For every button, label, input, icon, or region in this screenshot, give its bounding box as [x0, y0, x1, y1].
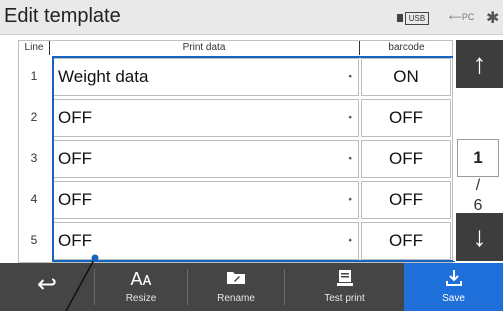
column-header-print-data: Print data: [182, 42, 226, 53]
page-title: Edit template: [4, 5, 121, 27]
rename-label: Rename: [217, 293, 255, 304]
back-button[interactable]: ↩: [0, 263, 94, 311]
folder-icon: [188, 269, 284, 289]
test-print-label: Test print: [324, 293, 365, 304]
save-label: Save: [442, 293, 465, 304]
header-bar: Edit template USB ⟵PC ✱: [0, 0, 503, 35]
line-number: 3: [30, 151, 38, 165]
pc-label: PC: [461, 12, 475, 22]
column-header-line: Line: [19, 41, 50, 55]
rename-button[interactable]: Rename: [188, 263, 284, 311]
resize-button[interactable]: Aᴀ Resize: [95, 263, 187, 311]
arrow-up-icon: ↑: [472, 48, 487, 79]
save-button[interactable]: Save: [404, 263, 503, 311]
page-down-button[interactable]: ↓: [456, 213, 503, 261]
arrow-down-icon: ↓: [472, 221, 487, 252]
page-navigator: ↑ 1 / 6 ↓: [453, 40, 503, 261]
page-up-button[interactable]: ↑: [456, 40, 503, 88]
selection-highlight: [52, 56, 455, 262]
bluetooth-icon: ✱: [486, 10, 500, 27]
current-page: 1: [457, 139, 499, 177]
line-number: 2: [30, 110, 38, 124]
line-number: 4: [30, 192, 38, 206]
table-header: Line Print data barcode: [19, 41, 452, 55]
save-icon: [404, 269, 503, 291]
test-print-button[interactable]: Test print: [285, 263, 404, 311]
page-separator: /: [475, 177, 481, 194]
usb-label: USB: [405, 12, 429, 25]
pc-icon: ⟵PC: [449, 12, 475, 22]
resize-label: Resize: [125, 293, 157, 304]
back-icon: ↩: [36, 271, 58, 298]
print-icon: [285, 269, 404, 291]
bottom-toolbar: ↩ Aᴀ Resize Rename Test print Save: [0, 263, 503, 311]
usb-icon: USB: [397, 11, 437, 25]
resize-icon: Aᴀ: [130, 269, 152, 289]
column-header-barcode: barcode: [359, 41, 453, 55]
line-number: 1: [30, 69, 38, 83]
line-number: 5: [30, 233, 38, 247]
